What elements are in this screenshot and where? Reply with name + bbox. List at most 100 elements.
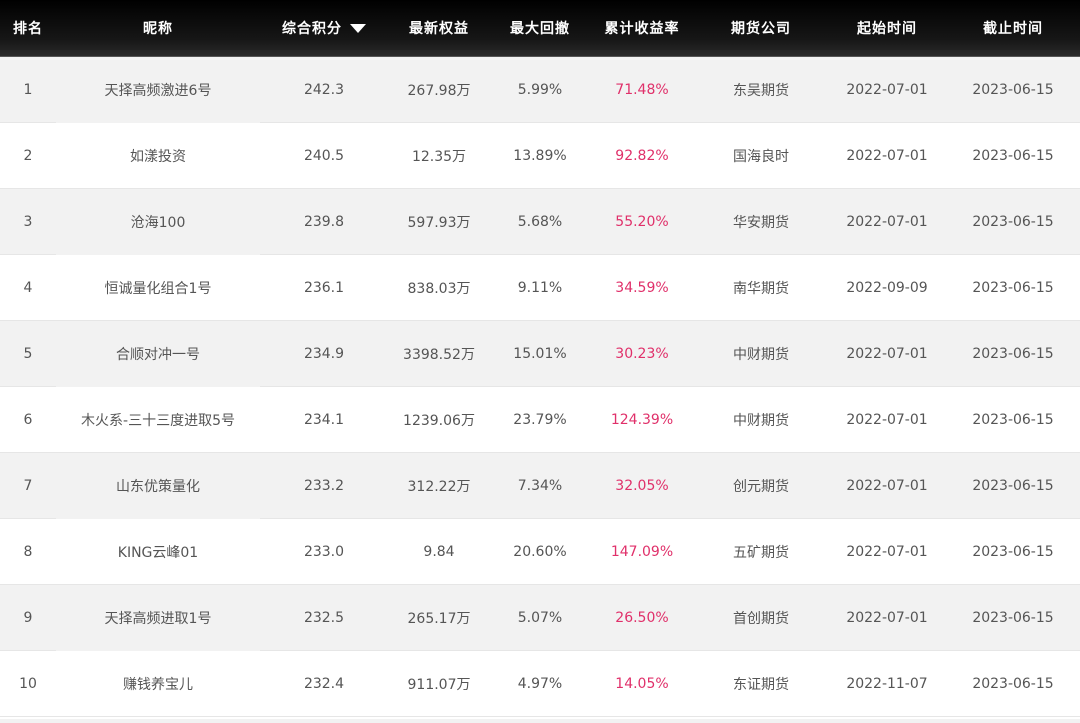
cell-equity: 9.84	[423, 543, 455, 560]
cell-return: 14.05%	[615, 675, 669, 692]
table-row[interactable]: 6 木火系-三十三度进取5号 234.1 1239.06万 23.79% 124.39% 中…	[0, 387, 1080, 453]
table-body: 1 天择高频激进6号 242.3 267.98万 5.99% 71.48% 东吴期货 2022…	[0, 56, 1080, 717]
cell-score: 242.3	[303, 81, 345, 98]
cell-rank: 7	[23, 477, 33, 494]
cell-end-date: 2023-06-15	[972, 81, 1054, 98]
table-bottom-strip	[0, 719, 1080, 723]
cell-name[interactable]: 合顺对冲一号	[56, 320, 260, 387]
cell-rank: 10	[19, 675, 37, 692]
cell-company: 东证期货	[733, 676, 789, 693]
cell-drawdown: 4.97%	[517, 675, 563, 692]
cell-name[interactable]: 如漾投资	[56, 123, 260, 189]
cell-score: 232.5	[303, 609, 345, 626]
cell-score: 234.1	[303, 411, 345, 428]
cell-score: 233.2	[303, 477, 345, 494]
cell-end-date: 2023-06-15	[972, 213, 1054, 230]
cell-company: 东吴期货	[733, 82, 789, 99]
header-company[interactable]: 期货公司	[694, 0, 828, 57]
header-score-label: 综合积分	[282, 21, 342, 37]
header-score[interactable]: 综合积分	[260, 0, 388, 57]
table-row[interactable]: 7 山东优策量化 233.2 312.22万 7.34% 32.05% 创元期货 2022-0…	[0, 452, 1080, 519]
cell-name[interactable]: 天择高频激进6号	[56, 56, 260, 123]
cell-start-date: 2022-07-01	[846, 609, 928, 626]
table-row[interactable]: 4 恒诚量化组合1号 236.1 838.03万 9.11% 34.59% 南华期货 2022…	[0, 255, 1080, 321]
cell-return: 71.48%	[615, 81, 669, 98]
ranking-table: 排名 昵称 综合积分 最新权益 最大回撤 累计收益率 期货公司 起始时间 截止时…	[0, 0, 1080, 723]
cell-score: 234.9	[303, 345, 345, 362]
cell-rank: 3	[23, 213, 33, 230]
cell-end-date: 2023-06-15	[972, 279, 1054, 296]
cell-name[interactable]: 天择高频进取1号	[56, 584, 260, 651]
cell-drawdown: 5.99%	[517, 81, 563, 98]
cell-company: 五矿期货	[733, 544, 789, 561]
table-row[interactable]: 1 天择高频激进6号 242.3 267.98万 5.99% 71.48% 东吴期货 2022…	[0, 56, 1080, 123]
cell-rank: 9	[23, 609, 33, 626]
cell-equity: 1239.06万	[403, 412, 475, 429]
cell-name[interactable]: 赚钱养宝儿	[56, 651, 260, 717]
cell-score: 233.0	[303, 543, 345, 560]
cell-drawdown: 5.07%	[517, 609, 563, 626]
cell-score: 236.1	[303, 279, 345, 296]
cell-equity: 12.35万	[411, 148, 467, 165]
table-row[interactable]: 9 天择高频进取1号 232.5 265.17万 5.07% 26.50% 首创期货 2022…	[0, 584, 1080, 651]
cell-equity: 3398.52万	[403, 346, 475, 363]
header-rank[interactable]: 排名	[0, 0, 56, 57]
cell-score: 232.4	[303, 675, 345, 692]
cell-return: 55.20%	[615, 213, 669, 230]
cell-rank: 4	[23, 279, 33, 296]
cell-name[interactable]: KING云峰01	[56, 519, 260, 585]
cell-company: 中财期货	[733, 412, 789, 429]
cell-equity: 838.03万	[407, 280, 471, 297]
cell-start-date: 2022-07-01	[846, 477, 928, 494]
cell-company: 南华期货	[733, 280, 789, 297]
cell-equity: 911.07万	[407, 676, 471, 693]
cell-drawdown: 20.60%	[513, 543, 567, 560]
cell-company: 华安期货	[733, 214, 789, 231]
cell-return: 34.59%	[615, 279, 669, 296]
header-return[interactable]: 累计收益率	[590, 0, 694, 57]
cell-end-date: 2023-06-15	[972, 675, 1054, 692]
table-row[interactable]: 10 赚钱养宝儿 232.4 911.07万 4.97% 14.05% 东证期货 2022-1…	[0, 651, 1080, 717]
cell-return: 124.39%	[610, 411, 674, 428]
cell-rank: 1	[23, 81, 33, 98]
cell-end-date: 2023-06-15	[972, 609, 1054, 626]
cell-drawdown: 23.79%	[513, 411, 567, 428]
cell-score: 240.5	[303, 147, 345, 164]
cell-return: 30.23%	[615, 345, 669, 362]
cell-end-date: 2023-06-15	[972, 543, 1054, 560]
cell-end-date: 2023-06-15	[972, 147, 1054, 164]
header-start[interactable]: 起始时间	[828, 0, 946, 57]
cell-rank: 6	[23, 411, 33, 428]
header-drawdown[interactable]: 最大回撤	[490, 0, 590, 57]
header-name[interactable]: 昵称	[56, 0, 260, 57]
header-equity[interactable]: 最新权益	[388, 0, 490, 57]
cell-start-date: 2022-07-01	[846, 411, 928, 428]
header-end[interactable]: 截止时间	[946, 0, 1080, 57]
table-row[interactable]: 8 KING云峰01 233.0 9.84 20.60% 147.09% 五矿期货 2022-…	[0, 519, 1080, 585]
cell-end-date: 2023-06-15	[972, 345, 1054, 362]
cell-rank: 8	[23, 543, 33, 560]
cell-start-date: 2022-07-01	[846, 543, 928, 560]
cell-start-date: 2022-07-01	[846, 147, 928, 164]
cell-name[interactable]: 木火系-三十三度进取5号	[56, 387, 260, 453]
cell-end-date: 2023-06-15	[972, 411, 1054, 428]
cell-return: 92.82%	[615, 147, 669, 164]
cell-name[interactable]: 山东优策量化	[56, 452, 260, 519]
cell-drawdown: 15.01%	[513, 345, 567, 362]
cell-score: 239.8	[303, 213, 345, 230]
cell-start-date: 2022-07-01	[846, 345, 928, 362]
cell-name[interactable]: 沧海100	[56, 188, 260, 255]
cell-end-date: 2023-06-15	[972, 477, 1054, 494]
table-header: 排名 昵称 综合积分 最新权益 最大回撤 累计收益率 期货公司 起始时间 截止时…	[0, 0, 1080, 57]
table-row[interactable]: 2 如漾投资 240.5 12.35万 13.89% 92.82% 国海良时 2022-07-…	[0, 123, 1080, 189]
cell-equity: 597.93万	[407, 214, 471, 231]
cell-return: 32.05%	[615, 477, 669, 494]
cell-equity: 267.98万	[407, 82, 471, 99]
sort-descending-icon[interactable]	[350, 24, 366, 33]
cell-equity: 265.17万	[407, 610, 471, 627]
cell-drawdown: 13.89%	[513, 147, 567, 164]
cell-name[interactable]: 恒诚量化组合1号	[56, 255, 260, 321]
table-row[interactable]: 5 合顺对冲一号 234.9 3398.52万 15.01% 30.23% 中财期货 2022…	[0, 320, 1080, 387]
cell-drawdown: 5.68%	[517, 213, 563, 230]
table-row[interactable]: 3 沧海100 239.8 597.93万 5.68% 55.20% 华安期货 2022-07…	[0, 188, 1080, 255]
